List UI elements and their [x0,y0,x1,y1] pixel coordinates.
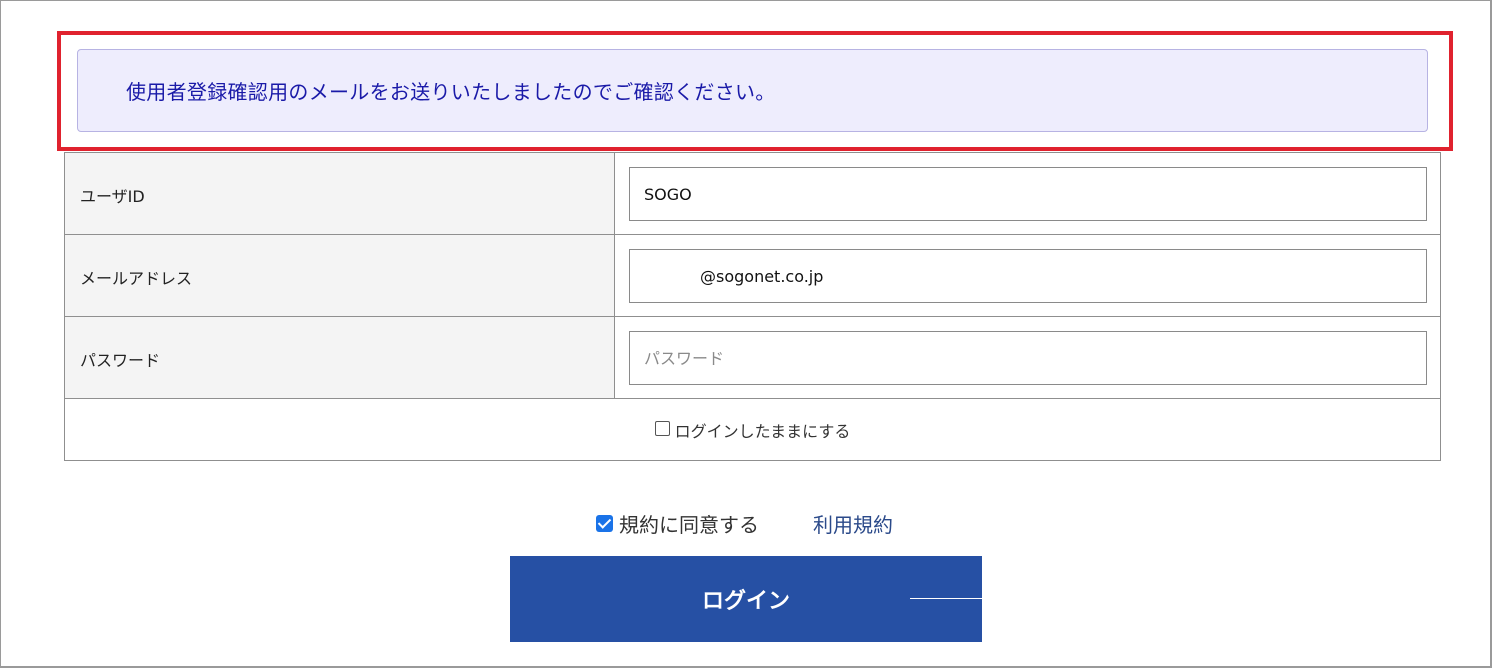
form-row-email: メールアドレス [65,235,1440,317]
email-cell [615,235,1440,316]
email-input[interactable] [629,249,1427,303]
notice-message: 使用者登録確認用のメールをお送りいたしましたのでご確認ください。 [126,80,776,104]
password-cell [615,317,1440,398]
login-button-label: ログイン [701,589,790,614]
form-row-password: パスワード [65,317,1440,399]
arrow-line-icon [910,598,982,599]
remember-checkbox[interactable] [654,420,670,436]
user-id-cell [615,153,1440,234]
password-input[interactable] [629,331,1427,385]
user-id-label: ユーザID [65,153,615,234]
form-row-user-id: ユーザID [65,153,1440,235]
notice-banner: 使用者登録確認用のメールをお送りいたしましたのでご確認ください。 [77,49,1428,132]
login-button[interactable]: ログイン [510,556,982,642]
agreement-row: 規約に同意する 利用規約 [596,508,893,538]
agree-label[interactable]: 規約に同意する [619,509,759,538]
email-label: メールアドレス [65,235,615,316]
login-form-table: ユーザID メールアドレス パスワード ログインしたままにする [64,152,1441,461]
user-id-input[interactable] [629,167,1427,221]
agree-checkbox[interactable] [596,514,613,532]
password-label: パスワード [65,317,615,398]
remember-label[interactable]: ログインしたままにする [675,418,851,442]
terms-link[interactable]: 利用規約 [813,509,893,538]
remember-row: ログインしたままにする [65,399,1440,460]
